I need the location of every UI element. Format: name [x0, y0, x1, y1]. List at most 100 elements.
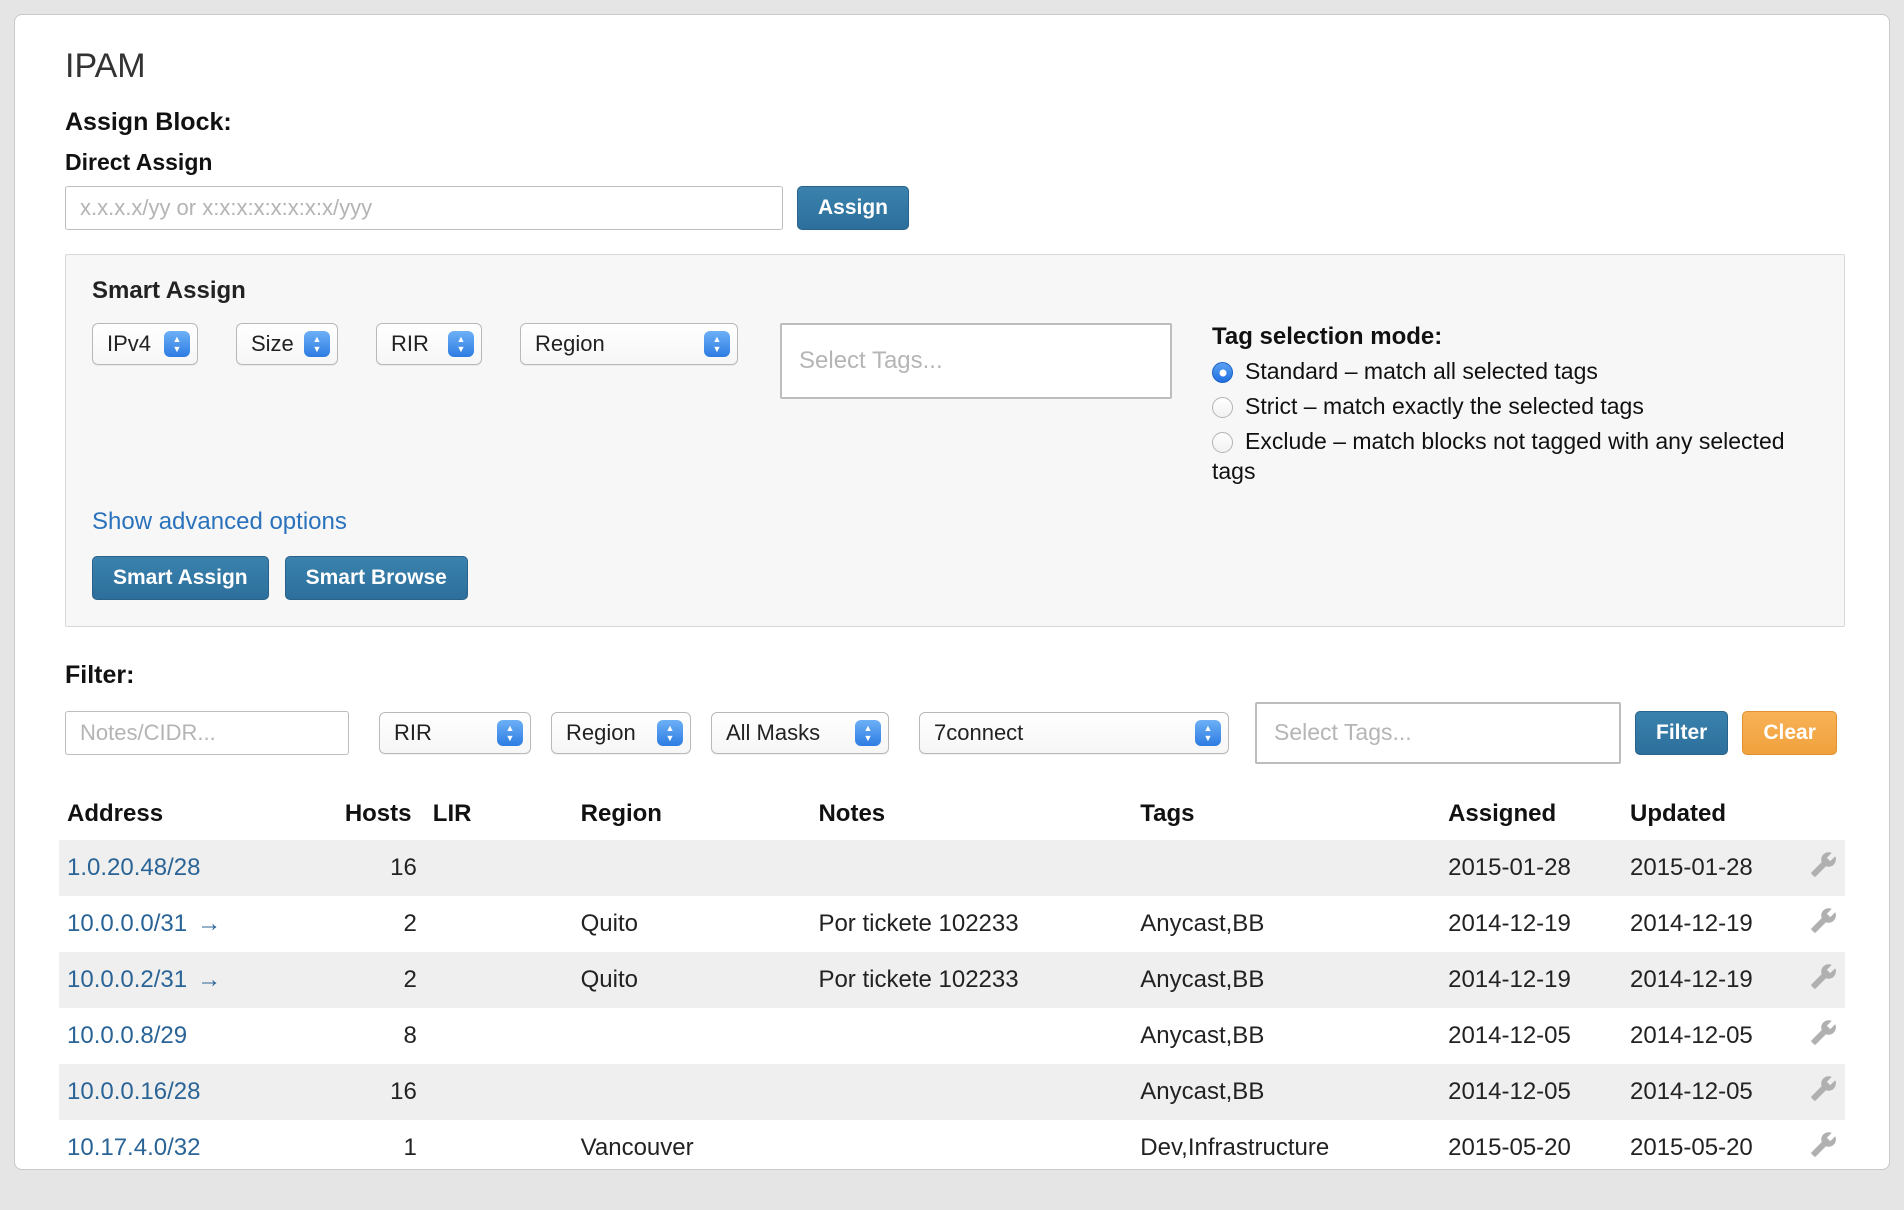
- filter-rir-value: RIR: [394, 720, 432, 746]
- clear-button[interactable]: Clear: [1742, 711, 1837, 755]
- hosts-cell: 2: [337, 896, 425, 952]
- updated-cell: 2014-12-19: [1622, 952, 1802, 1008]
- assigned-cell: 2014-12-19: [1440, 952, 1622, 1008]
- smart-tags-input[interactable]: Select Tags...: [780, 323, 1172, 399]
- notes-cidr-input[interactable]: [65, 711, 349, 755]
- arrow-icon: →: [197, 910, 221, 937]
- address-cell: 10.0.0.2/31→: [59, 952, 337, 1008]
- filter-tags-placeholder: Select Tags...: [1274, 719, 1412, 746]
- address-cell: 1.0.20.48/28: [59, 840, 337, 896]
- updated-cell: 2015-05-20: [1622, 1120, 1802, 1170]
- address-link[interactable]: 1.0.20.48/28: [67, 854, 200, 881]
- address-link[interactable]: 10.0.0.0/31: [67, 910, 187, 937]
- lir-cell: [425, 840, 573, 896]
- edit-block-button[interactable]: [1810, 1075, 1837, 1102]
- tags-cell: Anycast,BB: [1132, 1064, 1440, 1120]
- smart-assign-panel: Smart Assign IPv4 ▲▼ Size ▲▼ RIR ▲▼ Regi…: [65, 254, 1845, 627]
- region-cell: Quito: [573, 952, 811, 1008]
- smart-assign-buttons: Smart Assign Smart Browse: [92, 556, 1818, 600]
- edit-block-button[interactable]: [1810, 1019, 1837, 1046]
- tags-cell: Anycast,BB: [1132, 952, 1440, 1008]
- direct-assign-label: Direct Assign: [65, 149, 1845, 176]
- table-row: 10.17.4.0/32 1 Vancouver Dev,Infrastruct…: [59, 1120, 1845, 1170]
- filter-tags-input[interactable]: Select Tags...: [1255, 702, 1621, 764]
- smart-assign-button[interactable]: Smart Assign: [92, 556, 269, 600]
- select-stepper-icon: ▲▼: [855, 720, 881, 746]
- address-link[interactable]: 10.0.0.16/28: [67, 1078, 200, 1105]
- ipam-table: Address Hosts LIR Region Notes Tags Assi…: [59, 792, 1845, 1170]
- filter-heading: Filter:: [65, 661, 1845, 690]
- edit-block-button[interactable]: [1810, 1131, 1837, 1158]
- updated-cell: 2015-01-28: [1622, 840, 1802, 896]
- assigned-cell: 2015-05-20: [1440, 1120, 1622, 1170]
- actions-cell: [1802, 1008, 1845, 1064]
- updated-cell: 2014-12-19: [1622, 896, 1802, 952]
- filter-row: RIR ▲▼ Region ▲▼ All Masks ▲▼ 7connect ▲…: [65, 702, 1845, 764]
- select-stepper-icon: ▲▼: [704, 331, 730, 357]
- filter-masks-value: All Masks: [726, 720, 820, 746]
- assigned-cell: 2014-12-05: [1440, 1008, 1622, 1064]
- size-select[interactable]: Size ▲▼: [236, 323, 338, 365]
- tag-mode-option-strict: Strict – match exactly the selected tags: [1212, 392, 1812, 422]
- tags-cell: [1132, 840, 1440, 896]
- radio-exclude[interactable]: [1212, 432, 1233, 453]
- ipam-page: IPAM Assign Block: Direct Assign Assign …: [14, 14, 1890, 1170]
- family-select[interactable]: IPv4 ▲▼: [92, 323, 198, 365]
- hosts-cell: 16: [337, 840, 425, 896]
- hosts-cell: 2: [337, 952, 425, 1008]
- smart-browse-button[interactable]: Smart Browse: [285, 556, 468, 600]
- address-link[interactable]: 10.0.0.2/31: [67, 966, 187, 993]
- lir-cell: [425, 896, 573, 952]
- col-header-actions: [1802, 792, 1845, 840]
- region-select-value: Region: [535, 331, 605, 357]
- notes-cell: [810, 1120, 1132, 1170]
- filter-lir-select[interactable]: 7connect ▲▼: [919, 712, 1229, 754]
- tag-selection-mode: Tag selection mode: Standard – match all…: [1212, 323, 1812, 492]
- address-cell: 10.17.4.0/32: [59, 1120, 337, 1170]
- filter-region-value: Region: [566, 720, 636, 746]
- col-header-lir: LIR: [425, 792, 573, 840]
- select-stepper-icon: ▲▼: [497, 720, 523, 746]
- notes-cell: Por tickete 102233: [810, 952, 1132, 1008]
- hosts-cell: 1: [337, 1120, 425, 1170]
- rir-select[interactable]: RIR ▲▼: [376, 323, 482, 365]
- region-cell: Vancouver: [573, 1120, 811, 1170]
- address-link[interactable]: 10.17.4.0/32: [67, 1134, 200, 1161]
- actions-cell: [1802, 952, 1845, 1008]
- actions-cell: [1802, 840, 1845, 896]
- col-header-region: Region: [573, 792, 811, 840]
- filter-region-select[interactable]: Region ▲▼: [551, 712, 691, 754]
- tags-cell: Anycast,BB: [1132, 1008, 1440, 1064]
- tag-mode-option-exclude: Exclude – match blocks not tagged with a…: [1212, 427, 1812, 487]
- region-select[interactable]: Region ▲▼: [520, 323, 738, 365]
- filter-masks-select[interactable]: All Masks ▲▼: [711, 712, 889, 754]
- filter-button[interactable]: Filter: [1635, 711, 1728, 755]
- notes-cell: [810, 1064, 1132, 1120]
- edit-block-button[interactable]: [1810, 851, 1837, 878]
- edit-block-button[interactable]: [1810, 963, 1837, 990]
- table-row: 1.0.20.48/28 16 2015-01-28 2015-01-28: [59, 840, 1845, 896]
- address-link[interactable]: 10.0.0.8/29: [67, 1022, 187, 1049]
- tags-cell: Anycast,BB: [1132, 896, 1440, 952]
- select-stepper-icon: ▲▼: [164, 331, 190, 357]
- radio-strict-label: Strict – match exactly the selected tags: [1245, 393, 1644, 419]
- radio-standard[interactable]: [1212, 362, 1233, 383]
- show-advanced-options-link[interactable]: Show advanced options: [92, 508, 347, 536]
- select-stepper-icon: ▲▼: [1195, 720, 1221, 746]
- rir-select-value: RIR: [391, 331, 429, 357]
- notes-cell: [810, 1008, 1132, 1064]
- address-cell: 10.0.0.8/29: [59, 1008, 337, 1064]
- col-header-updated: Updated: [1622, 792, 1802, 840]
- radio-strict[interactable]: [1212, 397, 1233, 418]
- actions-cell: [1802, 1120, 1845, 1170]
- edit-block-button[interactable]: [1810, 907, 1837, 934]
- ipam-table-body: 1.0.20.48/28 16 2015-01-28 2015-01-28 10…: [59, 840, 1845, 1170]
- smart-assign-heading: Smart Assign: [92, 277, 1818, 305]
- filter-rir-select[interactable]: RIR ▲▼: [379, 712, 531, 754]
- assign-block-heading: Assign Block:: [65, 108, 1845, 137]
- assign-button[interactable]: Assign: [797, 186, 909, 230]
- col-header-address: Address: [59, 792, 337, 840]
- col-header-notes: Notes: [810, 792, 1132, 840]
- direct-assign-input[interactable]: [65, 186, 783, 230]
- wrench-icon: [1810, 1019, 1837, 1046]
